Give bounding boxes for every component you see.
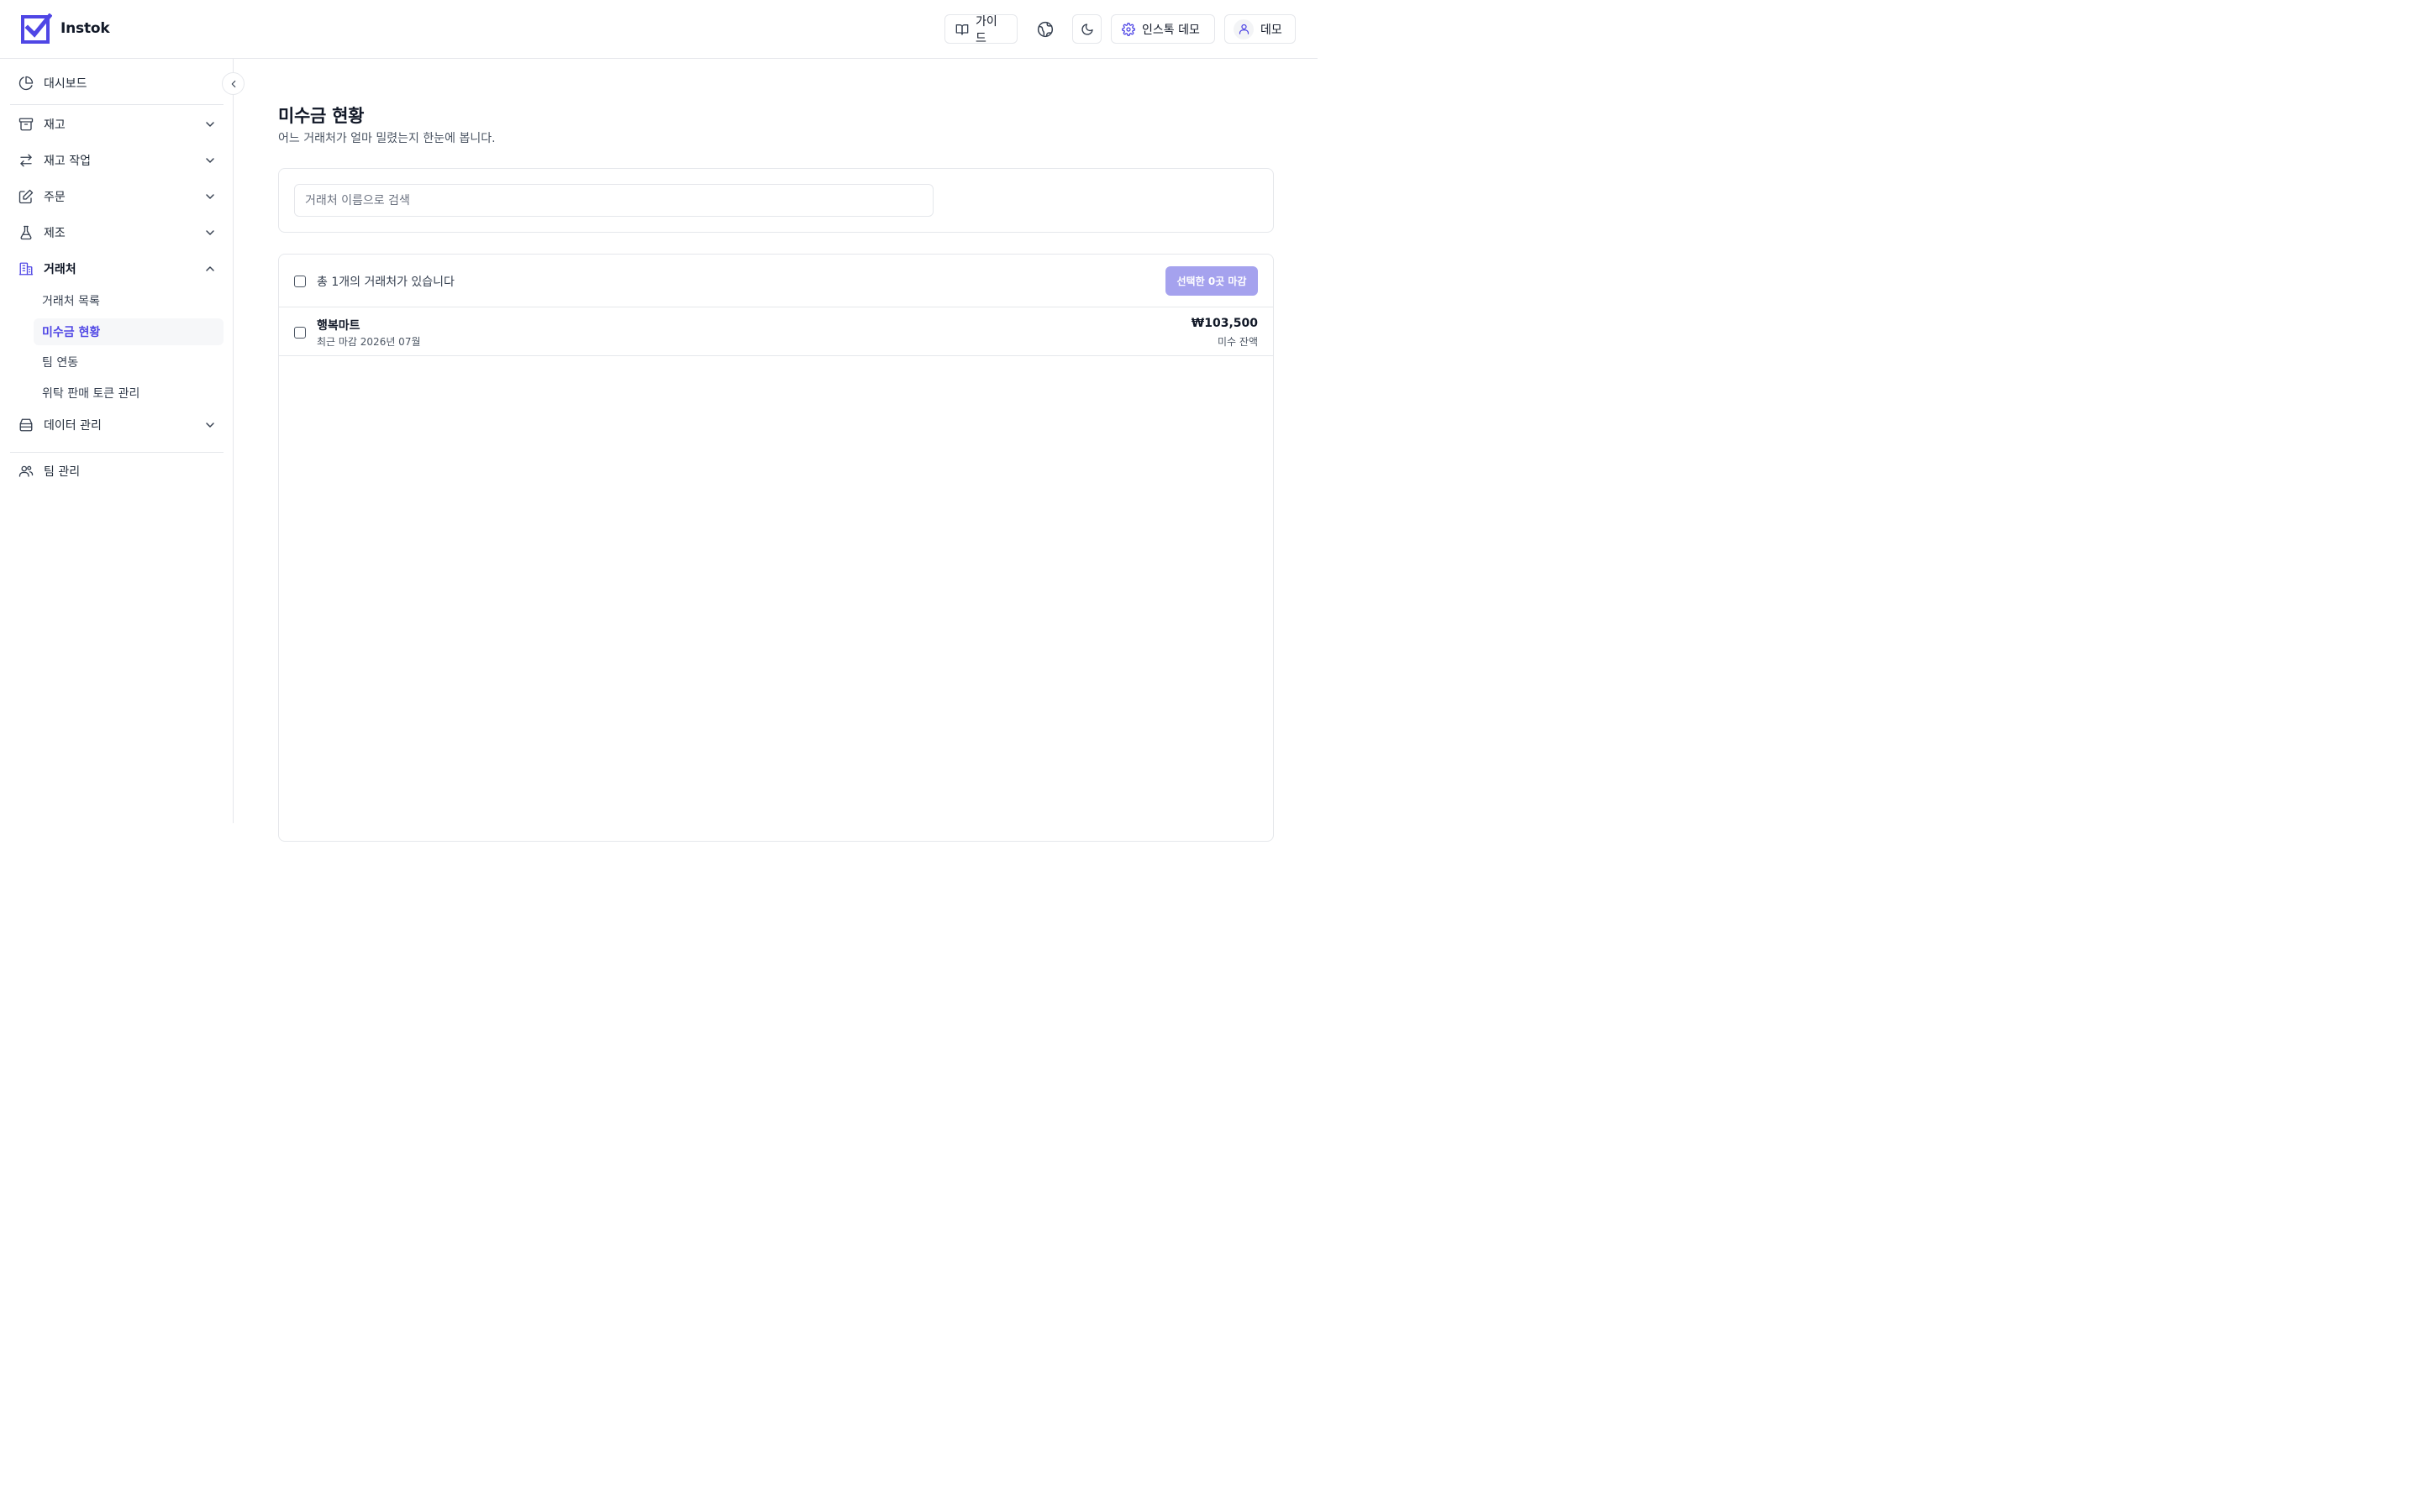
chevron-up-icon (206, 266, 214, 271)
theme-toggle[interactable] (1072, 14, 1102, 44)
list-header: 총 1개의 거래처가 있습니다 선택한 0곳 마감 (279, 255, 1273, 307)
moon-icon (1081, 23, 1093, 35)
archive-icon (18, 118, 34, 131)
app-root: Instok 가이드 인스톡 데모 데모 대시보드 재고 재고 작업 주문 제조… (0, 0, 1318, 842)
receivables-list: 총 1개의 거래처가 있습니다 선택한 0곳 마감 행복마트 최근 마감 202… (278, 254, 1274, 842)
chevron-down-icon (206, 194, 214, 199)
search-card (278, 168, 1274, 233)
sidebar-divider (10, 452, 224, 453)
building-icon (18, 262, 34, 276)
sidebar-divider (10, 104, 224, 105)
last-closing-date: 최근 마감 2026년 07월 (317, 336, 421, 348)
outstanding-amount-label: 미수 잔액 (1218, 336, 1258, 348)
sidebar-item-label: 재고 작업 (44, 155, 91, 168)
pie-chart-icon (18, 76, 34, 91)
user-menu-button[interactable]: 데모 (1224, 14, 1296, 44)
user-label: 데모 (1260, 23, 1282, 37)
sidebar-subitem-receivables[interactable]: 미수금 현황 (34, 318, 224, 345)
sidebar-item-orders[interactable]: 주문 (10, 181, 224, 212)
avatar (1234, 18, 1254, 39)
sidebar-item-inventory[interactable]: 재고 (10, 109, 224, 139)
table-row[interactable]: 행복마트 최근 마감 2026년 07월 ₩103,500 미수 잔액 (279, 307, 1273, 356)
database-icon (19, 418, 33, 432)
sidebar-subitem-team-link[interactable]: 팀 연동 (34, 349, 224, 375)
logo-icon (21, 13, 52, 44)
row-checkbox[interactable] (294, 327, 306, 339)
logo[interactable]: Instok (20, 13, 110, 44)
guide-label: 가이드 (976, 14, 997, 45)
sidebar-item-data-management[interactable]: 데이터 관리 (10, 410, 224, 440)
chevron-left-icon (231, 80, 235, 87)
users-icon (18, 465, 34, 477)
page-title: 미수금 현황 (278, 106, 365, 126)
sidebar-item-label: 팀 관리 (44, 465, 81, 479)
user-icon (1239, 24, 1249, 34)
chevron-down-icon (206, 423, 214, 428)
language-button[interactable] (1030, 14, 1060, 44)
sidebar-item-label: 주문 (44, 191, 66, 204)
page-subtitle: 어느 거래처가 얼마 밀렸는지 한눈에 봅니다. (278, 132, 496, 145)
close-selected-button[interactable]: 선택한 0곳 마감 (1165, 266, 1258, 296)
gear-icon (1122, 22, 1135, 36)
top-header: Instok 가이드 인스톡 데모 데모 (0, 0, 1318, 59)
partner-search-input[interactable] (294, 184, 934, 217)
guide-button[interactable]: 가이드 (944, 14, 1018, 45)
outstanding-amount: ₩103,500 (1191, 317, 1258, 330)
sidebar-item-label: 데이터 관리 (44, 419, 102, 433)
org-label: 인스톡 데모 (1142, 23, 1200, 37)
globe-icon (1037, 21, 1053, 37)
sidebar-item-label: 거래처 (44, 263, 76, 276)
sidebar-subitem-partner-list[interactable]: 거래처 목록 (34, 287, 224, 314)
sidebar-item-inventory-ops[interactable]: 재고 작업 (10, 145, 224, 176)
org-settings-button[interactable]: 인스톡 데모 (1111, 14, 1215, 44)
arrows-exchange-icon (20, 154, 32, 167)
chevron-down-icon (206, 122, 214, 127)
sidebar-item-partners[interactable]: 거래처 (10, 254, 224, 284)
edit-icon (18, 189, 34, 204)
sidebar-subitem-consignment-tokens[interactable]: 위탁 판매 토큰 관리 (34, 380, 224, 407)
flask-icon (20, 225, 32, 240)
sidebar-item-dashboard[interactable]: 대시보드 (10, 68, 224, 98)
sidebar-item-team-management[interactable]: 팀 관리 (10, 456, 224, 486)
sidebar-item-manufacturing[interactable]: 제조 (10, 218, 224, 248)
app-name: Instok (60, 20, 110, 37)
sidebar-collapse-button[interactable] (222, 72, 245, 95)
partner-name: 행복마트 (317, 319, 360, 333)
sidebar-item-label: 재고 (44, 118, 66, 132)
sidebar-item-label: 대시보드 (44, 77, 87, 91)
partner-count-summary: 총 1개의 거래처가 있습니다 (317, 276, 455, 289)
sidebar-item-label: 제조 (44, 227, 66, 240)
chevron-down-icon (206, 158, 214, 163)
book-icon (955, 24, 969, 35)
chevron-down-icon (206, 230, 214, 235)
select-all-checkbox[interactable] (294, 276, 306, 287)
